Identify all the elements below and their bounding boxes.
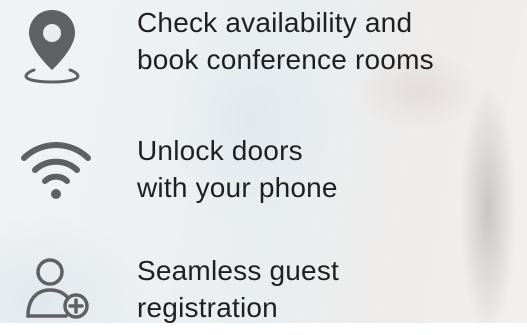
feature-line-2: book conference rooms xyxy=(137,44,434,75)
add-user-icon xyxy=(18,250,94,330)
feature-line-2: with your phone xyxy=(137,172,338,203)
feature-text: Check availability and book conference r… xyxy=(137,4,517,78)
feature-item-unlock-doors: Unlock doors with your phone xyxy=(0,122,527,212)
wifi-icon xyxy=(18,132,94,212)
feature-text: Unlock doors with your phone xyxy=(137,132,517,206)
feature-item-guest-registration: Seamless guest registration xyxy=(0,238,527,328)
location-pin-icon xyxy=(18,6,94,86)
feature-item-book-rooms: Check availability and book conference r… xyxy=(0,0,527,90)
feature-line-1: Check availability and xyxy=(137,7,413,38)
feature-line-2: registration xyxy=(137,292,278,323)
feature-text: Seamless guest registration xyxy=(137,252,517,326)
feature-line-1: Unlock doors xyxy=(137,135,303,166)
feature-line-1: Seamless guest xyxy=(137,255,340,286)
